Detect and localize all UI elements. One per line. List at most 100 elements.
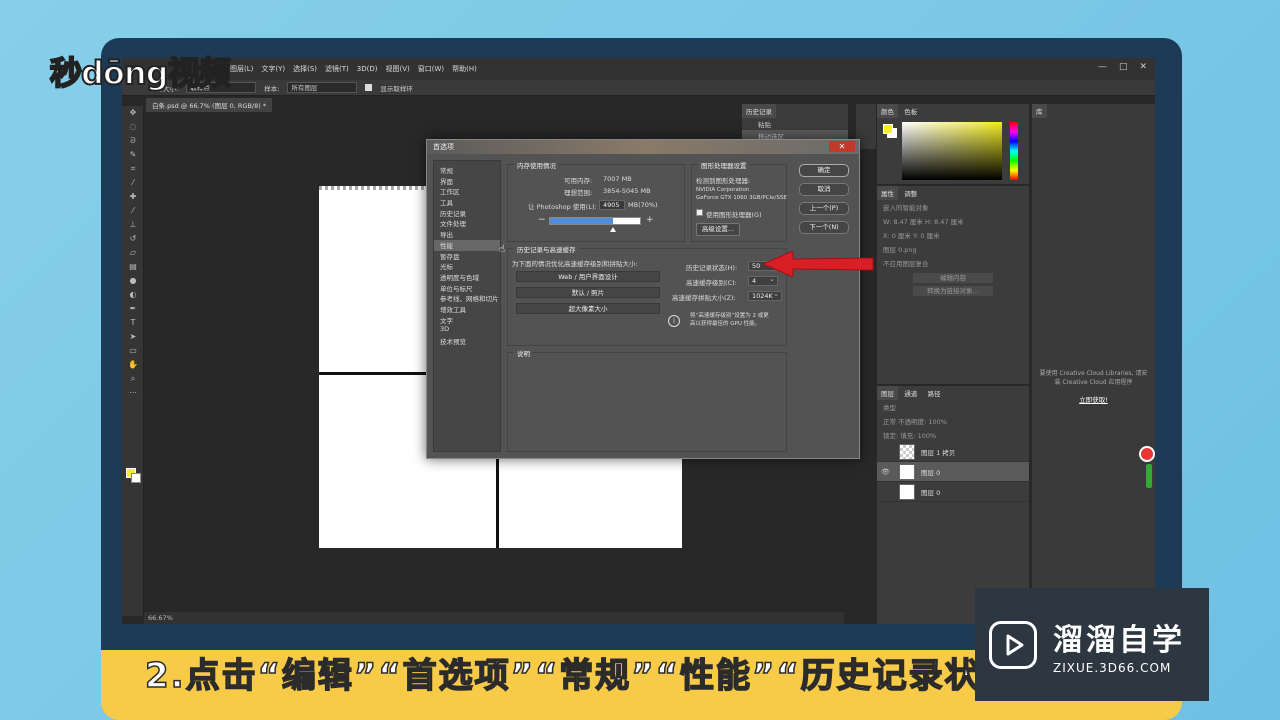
eyedropper-tool-icon[interactable]: ⁄ xyxy=(122,176,144,190)
type-tool-icon[interactable]: T xyxy=(122,316,144,330)
ok-button[interactable]: 确定 xyxy=(799,164,849,177)
w-value[interactable]: 8.47 厘米 xyxy=(893,218,923,226)
close-window-button[interactable]: ✕ xyxy=(1139,62,1147,72)
healing-tool-icon[interactable]: ✚ xyxy=(122,190,144,204)
history-state[interactable]: 粘贴 xyxy=(742,118,848,130)
color-field[interactable] xyxy=(902,122,1002,180)
tab-libraries[interactable]: 库 xyxy=(1032,104,1047,118)
sidebar-item-scratch-disks[interactable]: 暂存盘 xyxy=(434,251,500,262)
crop-tool-icon[interactable]: ⌗ xyxy=(122,162,144,176)
convert-to-linked-button[interactable]: 转换为链接对象... xyxy=(913,286,993,296)
menu-type[interactable]: 文字(Y) xyxy=(261,64,285,74)
menu-select[interactable]: 选择(S) xyxy=(293,64,317,74)
cancel-button[interactable]: 取消 xyxy=(799,183,849,196)
layer-row[interactable]: 图层 0 xyxy=(877,482,1029,502)
sidebar-item-3d[interactable]: 3D xyxy=(434,325,500,336)
cache-levels-select[interactable]: 4 xyxy=(748,275,778,286)
y-value[interactable]: 0 厘米 xyxy=(920,232,939,240)
sidebar-item-interface[interactable]: 界面 xyxy=(434,176,500,187)
tab-color[interactable]: 颜色 xyxy=(877,104,898,118)
sidebar-item-tech-preview[interactable]: 技术预览 xyxy=(434,336,500,347)
sidebar-item-plugins[interactable]: 增效工具 xyxy=(434,304,500,315)
sidebar-item-performance[interactable]: 性能 xyxy=(434,239,500,251)
tab-layers[interactable]: 图层 xyxy=(877,386,898,400)
minimize-button[interactable]: — xyxy=(1098,62,1107,72)
tab-paths[interactable]: 路径 xyxy=(923,386,945,400)
close-icon[interactable]: ✕ xyxy=(829,141,855,152)
sidebar-item-tools[interactable]: 工具 xyxy=(434,197,500,208)
layer-comp-select[interactable]: 不应用图层复合 xyxy=(877,256,1029,270)
next-button[interactable]: 下一个(N) xyxy=(799,221,849,234)
preset-huge-button[interactable]: 超大像素大小 xyxy=(516,303,660,314)
edit-contents-button[interactable]: 编辑内容 xyxy=(913,273,993,283)
sidebar-item-units[interactable]: 单位与标尺 xyxy=(434,283,500,294)
sidebar-item-workspace[interactable]: 工作区 xyxy=(434,186,500,197)
memory-slider-thumb[interactable] xyxy=(610,227,616,232)
zoom-tool-icon[interactable]: ⌕ xyxy=(122,372,144,386)
minus-icon[interactable]: − xyxy=(538,215,546,225)
fill-value[interactable]: 100% xyxy=(918,432,937,440)
menu-help[interactable]: 帮助(H) xyxy=(452,64,477,74)
move-tool-icon[interactable]: ✥ xyxy=(122,106,144,120)
stamp-tool-icon[interactable]: ⊥ xyxy=(122,218,144,232)
brush-tool-icon[interactable]: ⁄ xyxy=(122,204,144,218)
quick-select-tool-icon[interactable]: ✎ xyxy=(122,148,144,162)
advanced-settings-button[interactable]: 高级设置... xyxy=(696,223,740,236)
background-color-swatch[interactable] xyxy=(131,473,141,483)
prev-button[interactable]: 上一个(P) xyxy=(799,202,849,215)
blend-mode-select[interactable]: 正常 xyxy=(883,418,896,426)
blur-tool-icon[interactable]: ● xyxy=(122,274,144,288)
filter-kind[interactable]: 类型 xyxy=(883,404,896,412)
opacity-value[interactable]: 100% xyxy=(928,418,947,426)
pen-tool-icon[interactable]: ✒ xyxy=(122,302,144,316)
lasso-tool-icon[interactable]: ᘐ xyxy=(122,134,144,148)
menu-view[interactable]: 视图(V) xyxy=(385,64,409,74)
layer-row[interactable]: 👁 图层 0 xyxy=(877,462,1029,482)
get-now-link[interactable]: 立即获取! xyxy=(1032,394,1155,404)
sidebar-item-cursors[interactable]: 光标 xyxy=(434,261,500,272)
sidebar-item-type[interactable]: 文字 xyxy=(434,315,500,326)
hue-slider[interactable] xyxy=(1010,122,1018,180)
plus-icon[interactable]: + xyxy=(646,215,654,225)
memory-slider[interactable] xyxy=(549,217,641,232)
eraser-tool-icon[interactable]: ▱ xyxy=(122,246,144,260)
h-value[interactable]: 8.47 厘米 xyxy=(934,218,964,226)
menu-filter[interactable]: 滤镜(T) xyxy=(325,64,349,74)
eye-icon[interactable]: 👁 xyxy=(881,468,893,476)
sidebar-item-transparency[interactable]: 透明度与色域 xyxy=(434,272,500,283)
tab-adjustments[interactable]: 调整 xyxy=(900,186,922,200)
more-tools-icon[interactable]: ⋯ xyxy=(122,386,144,400)
show-ring-checkbox[interactable] xyxy=(365,84,373,91)
tile-size-select[interactable]: 1024K xyxy=(748,290,782,301)
shape-tool-icon[interactable]: ▭ xyxy=(122,344,144,358)
gradient-tool-icon[interactable]: ▤ xyxy=(122,260,144,274)
history-brush-tool-icon[interactable]: ↺ xyxy=(122,232,144,246)
layer-row[interactable]: 图层 1 拷贝 xyxy=(877,442,1029,462)
dodge-tool-icon[interactable]: ◐ xyxy=(122,288,144,302)
use-gpu-checkbox[interactable] xyxy=(696,209,703,216)
color-fg-swatch[interactable] xyxy=(883,124,893,134)
x-value[interactable]: 0 厘米 xyxy=(892,232,911,240)
sidebar-item-history[interactable]: 历史记录 xyxy=(434,208,500,219)
marquee-tool-icon[interactable]: ◌ xyxy=(122,120,144,134)
sidebar-item-general[interactable]: 常规 xyxy=(434,165,500,176)
sidebar-item-export[interactable]: 导出 xyxy=(434,229,500,240)
tab-channels[interactable]: 通道 xyxy=(900,386,922,400)
menu-window[interactable]: 窗口(W) xyxy=(418,64,444,74)
sidebar-item-file-handling[interactable]: 文件处理 xyxy=(434,218,500,229)
sample-select[interactable]: 所有图层 xyxy=(287,82,358,93)
preset-default-button[interactable]: 默认 / 照片 xyxy=(516,287,660,298)
tab-history[interactable]: 历史记录 xyxy=(742,104,776,118)
tab-swatches[interactable]: 色板 xyxy=(900,104,922,118)
hand-tool-icon[interactable]: ✋ xyxy=(122,358,144,372)
menu-3d[interactable]: 3D(D) xyxy=(357,65,378,73)
sidebar-item-guides[interactable]: 参考线、网格和切片 xyxy=(434,293,500,304)
document-tab[interactable]: 白条.psd @ 66.7% (图层 0, RGB/8) * xyxy=(146,98,273,112)
maximize-button[interactable]: □ xyxy=(1119,62,1128,72)
tab-properties[interactable]: 属性 xyxy=(877,186,898,200)
preset-web-button[interactable]: Web / 用户界面设计 xyxy=(516,271,660,282)
menu-layer[interactable]: 图层(L) xyxy=(230,64,253,74)
path-select-tool-icon[interactable]: ➤ xyxy=(122,330,144,344)
memory-input[interactable]: 4905 xyxy=(599,200,625,210)
layer-filter[interactable]: 类型 xyxy=(877,400,1029,414)
